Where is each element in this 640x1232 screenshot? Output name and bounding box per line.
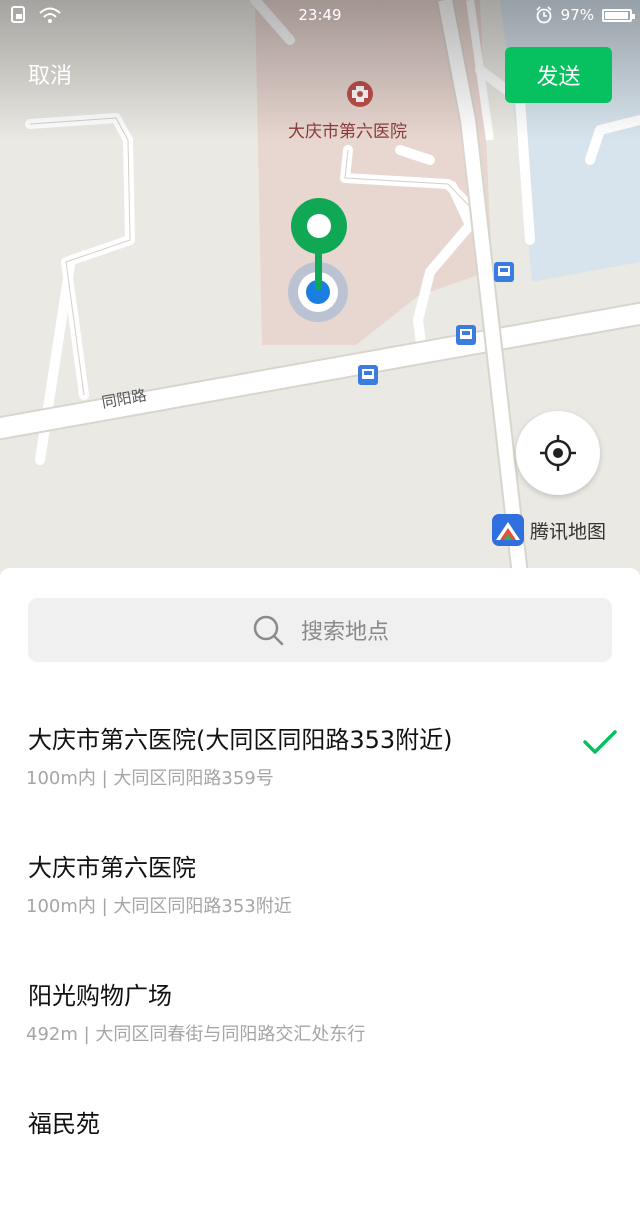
- search-placeholder: 搜索地点: [300, 620, 389, 645]
- hospital-map-label: 大庆市第六医院: [288, 122, 407, 142]
- search-input[interactable]: 搜索地点: [28, 598, 612, 662]
- result-name: 阳光购物广场: [28, 982, 172, 1010]
- checkmark-icon: [583, 730, 617, 754]
- tencent-map-logo-icon: [492, 514, 524, 546]
- map-view[interactable]: 大庆市第六医院 同阳路 23:49 97% 取消 发送 腾讯地图: [0, 0, 640, 575]
- result-address: 100m内 | 大同区同阳路359号: [26, 768, 274, 789]
- hospital-icon: [347, 81, 373, 107]
- list-item[interactable]: 大庆市第六医院(大同区同阳路353附近) 100m内 | 大同区同阳路359号: [0, 720, 640, 848]
- bus-stop-icon: [494, 262, 514, 282]
- result-address: 100m内 | 大同区同阳路353附近: [26, 896, 292, 917]
- battery-percent: 97%: [560, 6, 594, 24]
- battery-icon: [602, 8, 635, 22]
- tencent-map-logo: 腾讯地图: [492, 514, 606, 546]
- list-item[interactable]: 大庆市第六医院 100m内 | 大同区同阳路353附近: [0, 848, 640, 976]
- list-item[interactable]: 阳光购物广场 492m | 大同区同春街与同阳路交汇处东行: [0, 976, 640, 1104]
- location-sheet: 搜索地点 大庆市第六医院(大同区同阳路353附近) 100m内 | 大同区同阳路…: [0, 568, 640, 1138]
- bus-stop-icon: [358, 365, 378, 385]
- result-name: 大庆市第六医院(大同区同阳路353附近): [28, 726, 453, 754]
- locate-crosshair-icon: [540, 435, 576, 471]
- result-address: 492m | 大同区同春街与同阳路交汇处东行: [26, 1024, 366, 1045]
- map-logo-text: 腾讯地图: [530, 520, 607, 543]
- result-name: 大庆市第六医院: [28, 854, 196, 882]
- send-button[interactable]: 发送: [505, 47, 612, 103]
- status-bar: 23:49 97%: [0, 0, 640, 32]
- alarm-icon: [536, 6, 552, 24]
- locate-me-button[interactable]: [516, 411, 600, 495]
- list-item[interactable]: 福民苑: [0, 1104, 640, 1232]
- cancel-button[interactable]: 取消: [28, 58, 72, 90]
- bus-stop-icon: [456, 325, 476, 345]
- search-icon: [253, 615, 284, 646]
- result-name: 福民苑: [28, 1110, 100, 1138]
